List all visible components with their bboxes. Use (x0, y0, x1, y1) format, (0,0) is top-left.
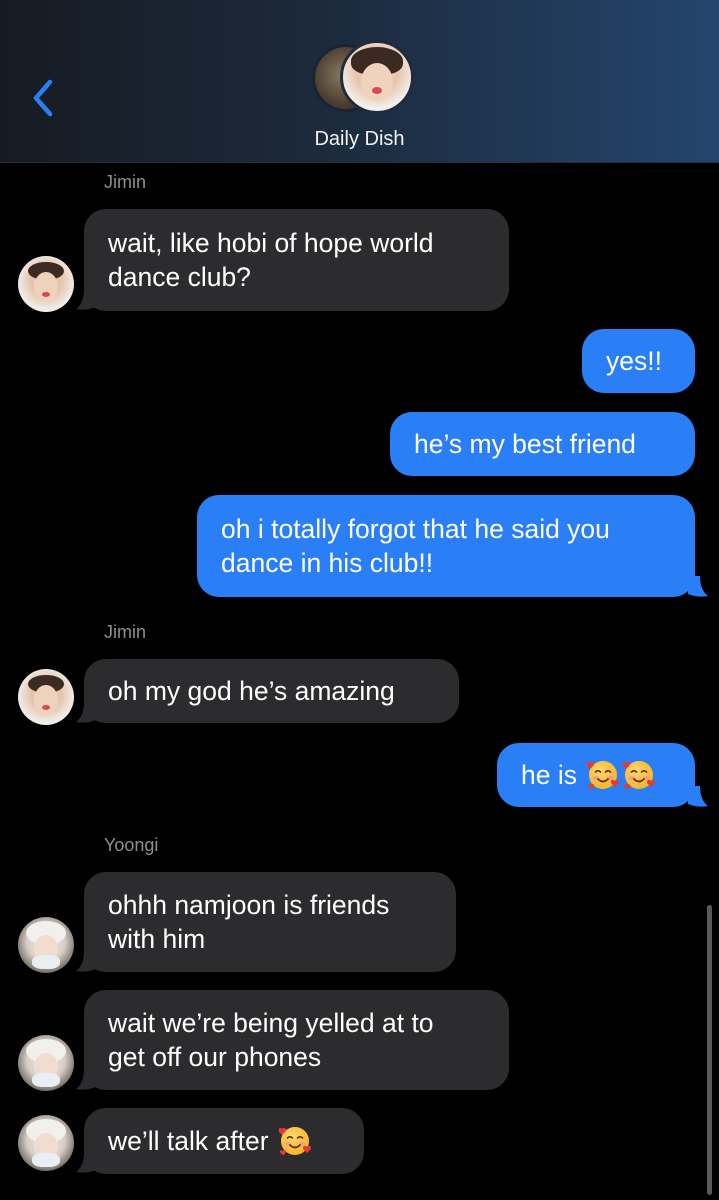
smiling-face-with-hearts-icon (278, 1126, 311, 1157)
sender-name: Jimin (104, 172, 147, 192)
jimin-avatar[interactable] (18, 256, 74, 312)
bubble-tail (76, 289, 96, 310)
smiling-face-with-hearts-icon (586, 760, 619, 791)
member-avatar-front (340, 40, 414, 114)
sender-name: Yoongi (104, 835, 159, 855)
scrollbar[interactable] (707, 905, 712, 1195)
yoongi-avatar[interactable] (18, 1115, 74, 1171)
message-bubble-outgoing[interactable]: yes!! (582, 329, 695, 393)
message-bubble-incoming[interactable]: oh my god he’s amazing (84, 659, 459, 723)
group-avatar[interactable] (312, 40, 414, 116)
bubble-tail (76, 951, 96, 972)
chat-title[interactable]: Daily Dish (0, 128, 719, 151)
message-bubble-outgoing[interactable]: he is (497, 743, 695, 807)
yoongi-avatar[interactable] (18, 1035, 74, 1091)
message-bubble-incoming[interactable]: wait, like hobi of hope world dance club… (84, 209, 509, 311)
bubble-tail (688, 576, 708, 597)
bubble-tail (76, 702, 96, 723)
yoongi-avatar[interactable] (18, 917, 74, 973)
sender-name: Jimin (104, 622, 147, 642)
message-bubble-incoming[interactable]: ohhh namjoon is friends with him (84, 872, 456, 972)
chat-header: Daily Dish (0, 0, 719, 163)
jimin-avatar[interactable] (18, 669, 74, 725)
chevron-left-icon (33, 79, 53, 117)
message-bubble-outgoing[interactable]: oh i totally forgot that he said you dan… (197, 495, 695, 597)
message-bubble-incoming[interactable]: we’ll talk after (84, 1108, 364, 1174)
smiling-face-with-hearts-icon (622, 760, 655, 791)
message-text: we’ll talk after (108, 1126, 269, 1156)
bubble-tail (76, 1152, 96, 1173)
bubble-tail (76, 1069, 96, 1090)
bubble-tail (688, 786, 708, 807)
message-bubble-incoming[interactable]: wait we’re being yelled at to get off ou… (84, 990, 509, 1090)
back-button[interactable] (26, 76, 62, 120)
message-text: he is (521, 760, 577, 790)
message-bubble-outgoing[interactable]: he’s my best friend (390, 412, 695, 476)
